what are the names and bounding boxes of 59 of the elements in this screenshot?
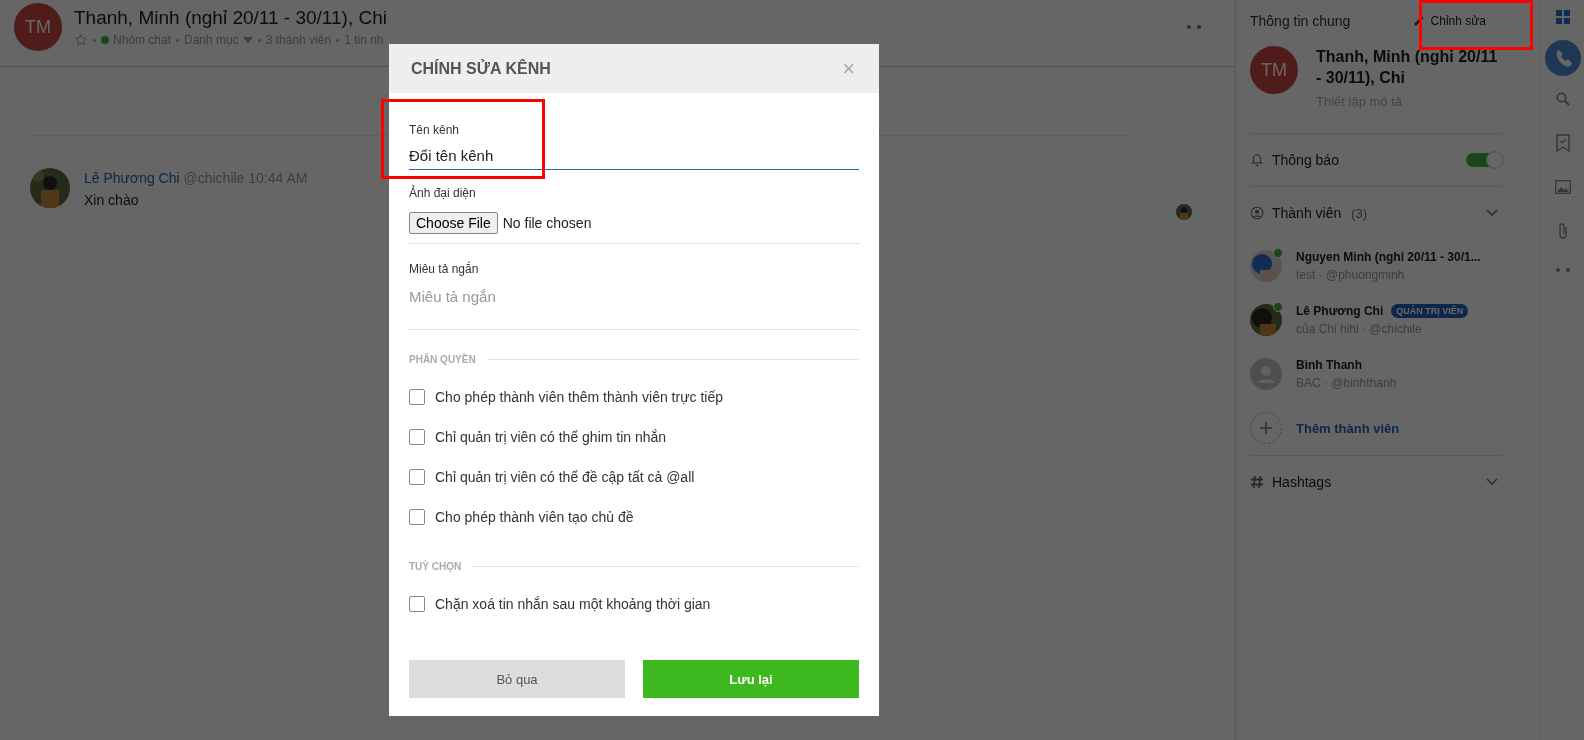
cancel-button[interactable]: Bỏ qua	[409, 660, 625, 698]
channel-avatar: TM	[14, 3, 62, 51]
channel-name: Thanh, Minh (nghỉ 20/11 - 30/11), Chi	[1316, 47, 1499, 88]
field-label: Tên kênh	[409, 123, 461, 137]
add-member-link[interactable]: Thêm thành viên	[1296, 420, 1400, 436]
caret-icon	[242, 37, 253, 43]
field-label: Ảnh đại diện	[409, 186, 477, 200]
edit-button[interactable]: Chỉnh sửa	[1408, 10, 1490, 32]
checkbox[interactable]	[409, 469, 425, 485]
member-name[interactable]: Bình Thanh	[1296, 358, 1362, 372]
panel-title: Thông tin chung	[1250, 13, 1351, 29]
channel-avatar: TM	[1250, 46, 1298, 94]
checkbox[interactable]	[409, 389, 425, 405]
more-icon[interactable]	[1555, 268, 1570, 272]
hash-icon	[1250, 475, 1264, 489]
status-dot	[101, 36, 109, 44]
separator-dot	[93, 38, 96, 42]
admin-badge: QUẢN TRỊ VIÊN	[1391, 304, 1469, 318]
star-icon[interactable]	[74, 33, 88, 47]
checkbox[interactable]	[409, 509, 425, 525]
members-label: Thành viên	[1272, 205, 1342, 221]
file-status: No file chosen	[502, 215, 592, 231]
add-icon[interactable]	[1250, 412, 1282, 444]
user-circle-icon	[1250, 206, 1264, 220]
option-label: Chỉ quản trị viên có thể đề cập tất cả @all	[435, 469, 695, 485]
notification-label: Thông báo	[1272, 152, 1339, 168]
section-title: PHÂN QUYỀN	[409, 354, 476, 365]
section-title: TUỲ CHỌN	[409, 561, 462, 572]
option-label: Chỉ quản trị viên có thể ghim tin nhắn	[435, 429, 667, 445]
user-avatar-icon	[1250, 358, 1282, 390]
option-label: Cho phép thành viên tạo chủ đề	[435, 509, 634, 525]
more-icon[interactable]	[1187, 25, 1201, 29]
member-name[interactable]: Nguyen Minh (nghỉ 20/11 - 30/1...	[1296, 250, 1481, 264]
phone-icon[interactable]	[1544, 40, 1581, 76]
chevron-icon[interactable]	[1486, 209, 1498, 217]
checkbox[interactable]	[409, 596, 425, 612]
pencil-icon	[1412, 15, 1425, 27]
paperclip-icon[interactable]	[1557, 222, 1568, 240]
option-label: Chặn xoá tin nhắn sau một khoảng thời gian	[435, 596, 711, 612]
checkbox[interactable]	[409, 429, 425, 445]
channel-title: Thanh, Minh (nghỉ 20/11 - 30/11), Chi	[74, 7, 388, 29]
member-name[interactable]: Lê Phương Chi	[1296, 304, 1384, 318]
option-label: Cho phép thành viên thêm thành viên trực tiếp	[435, 389, 723, 405]
image-icon[interactable]	[1554, 180, 1571, 194]
members-count: (3)	[1351, 205, 1368, 221]
bell-icon	[1250, 153, 1264, 167]
author-name[interactable]: Lê Phương Chi	[84, 170, 180, 186]
bookmark-icon[interactable]	[1555, 134, 1570, 152]
modal-title: CHÍNH SỬA KÊNH	[411, 59, 551, 78]
search-icon[interactable]	[1555, 92, 1570, 106]
message-text: Xin chào	[84, 192, 140, 208]
field-label: Miêu tả ngắn	[409, 262, 480, 276]
close-button[interactable]: ×	[840, 55, 857, 82]
notification-toggle[interactable]	[1466, 153, 1502, 167]
choose-file-button[interactable]: Choose File	[409, 212, 498, 234]
save-button[interactable]: Lưu lại	[643, 660, 859, 698]
chevron-icon[interactable]	[1486, 478, 1498, 486]
hashtags-label: Hashtags	[1272, 474, 1332, 490]
grid-icon[interactable]	[1555, 10, 1570, 24]
